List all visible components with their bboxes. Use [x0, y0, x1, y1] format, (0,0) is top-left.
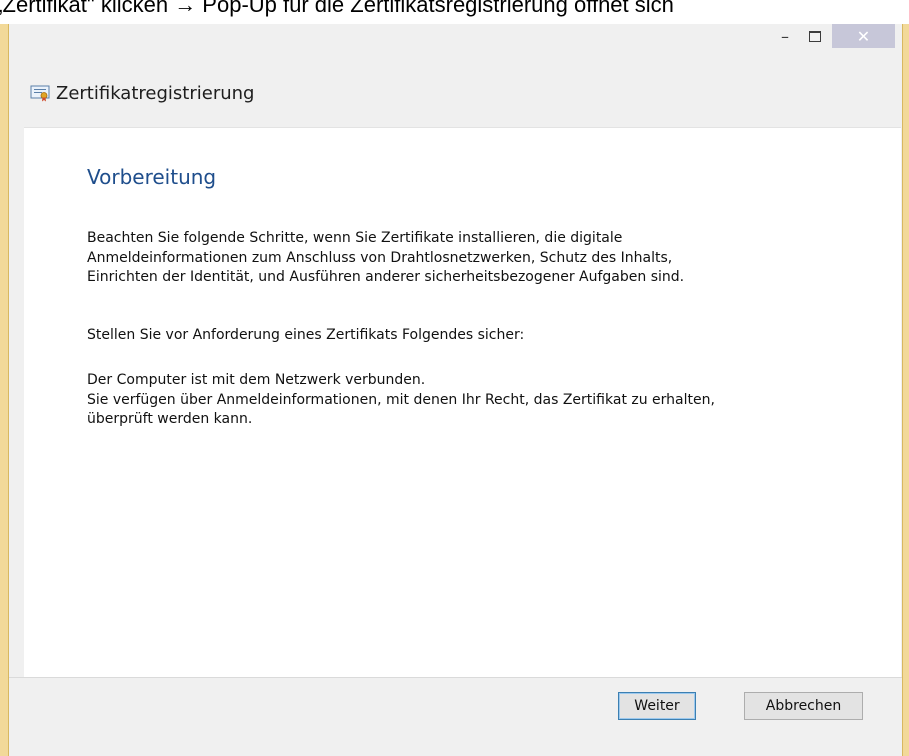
window-right-border — [902, 24, 909, 756]
prerequisite-heading-text: Stellen Sie vor Anforderung eines Zertif… — [87, 327, 525, 343]
intro-line: Beachten Sie folgende Schritte, wenn Sie… — [87, 230, 623, 246]
title-bar[interactable]: – ✕ — [9, 24, 902, 52]
next-button[interactable]: Weiter — [618, 692, 696, 720]
intro-paragraph: Beachten Sie folgende Schritte, wenn Sie… — [87, 229, 867, 288]
caption-strip: ie „Zertifikat" klicken → Pop-Up für die… — [0, 0, 909, 24]
prerequisite-line: Der Computer ist mit dem Netzwerk verbun… — [87, 372, 426, 388]
prerequisite-line: Sie verfügen über Anmeldeinformationen, … — [87, 391, 715, 408]
maximize-button[interactable] — [801, 24, 829, 48]
prerequisite-line: überprüft werden kann. — [87, 411, 253, 427]
window-left-border — [0, 24, 9, 756]
intro-line: Einrichten der Identität, und Ausführen … — [87, 269, 685, 285]
certificate-enrollment-window: – ✕ Zertifikatregistrierung Vorbereitung… — [0, 24, 909, 756]
cancel-button[interactable]: Abbrechen — [744, 692, 863, 720]
window-bottom-edge — [9, 732, 902, 756]
minimize-button[interactable]: – — [771, 24, 799, 48]
window-title: Zertifikatregistrierung — [56, 82, 255, 104]
maximize-icon — [809, 30, 821, 42]
close-button[interactable]: ✕ — [832, 24, 895, 48]
intro-line: Anmeldeinformationen zum Anschluss von D… — [87, 249, 673, 266]
window-header: Zertifikatregistrierung — [30, 78, 254, 108]
button-bar: Weiter Abbrechen — [9, 677, 902, 733]
caption-text: ie „Zertifikat" klicken → Pop-Up für die… — [0, 0, 674, 17]
certificate-icon — [30, 85, 50, 102]
page-heading: Vorbereitung — [87, 165, 217, 189]
prerequisite-list: Der Computer ist mit dem Netzwerk verbun… — [87, 371, 867, 430]
content-panel: Vorbereitung Beachten Sie folgende Schri… — [24, 127, 901, 678]
